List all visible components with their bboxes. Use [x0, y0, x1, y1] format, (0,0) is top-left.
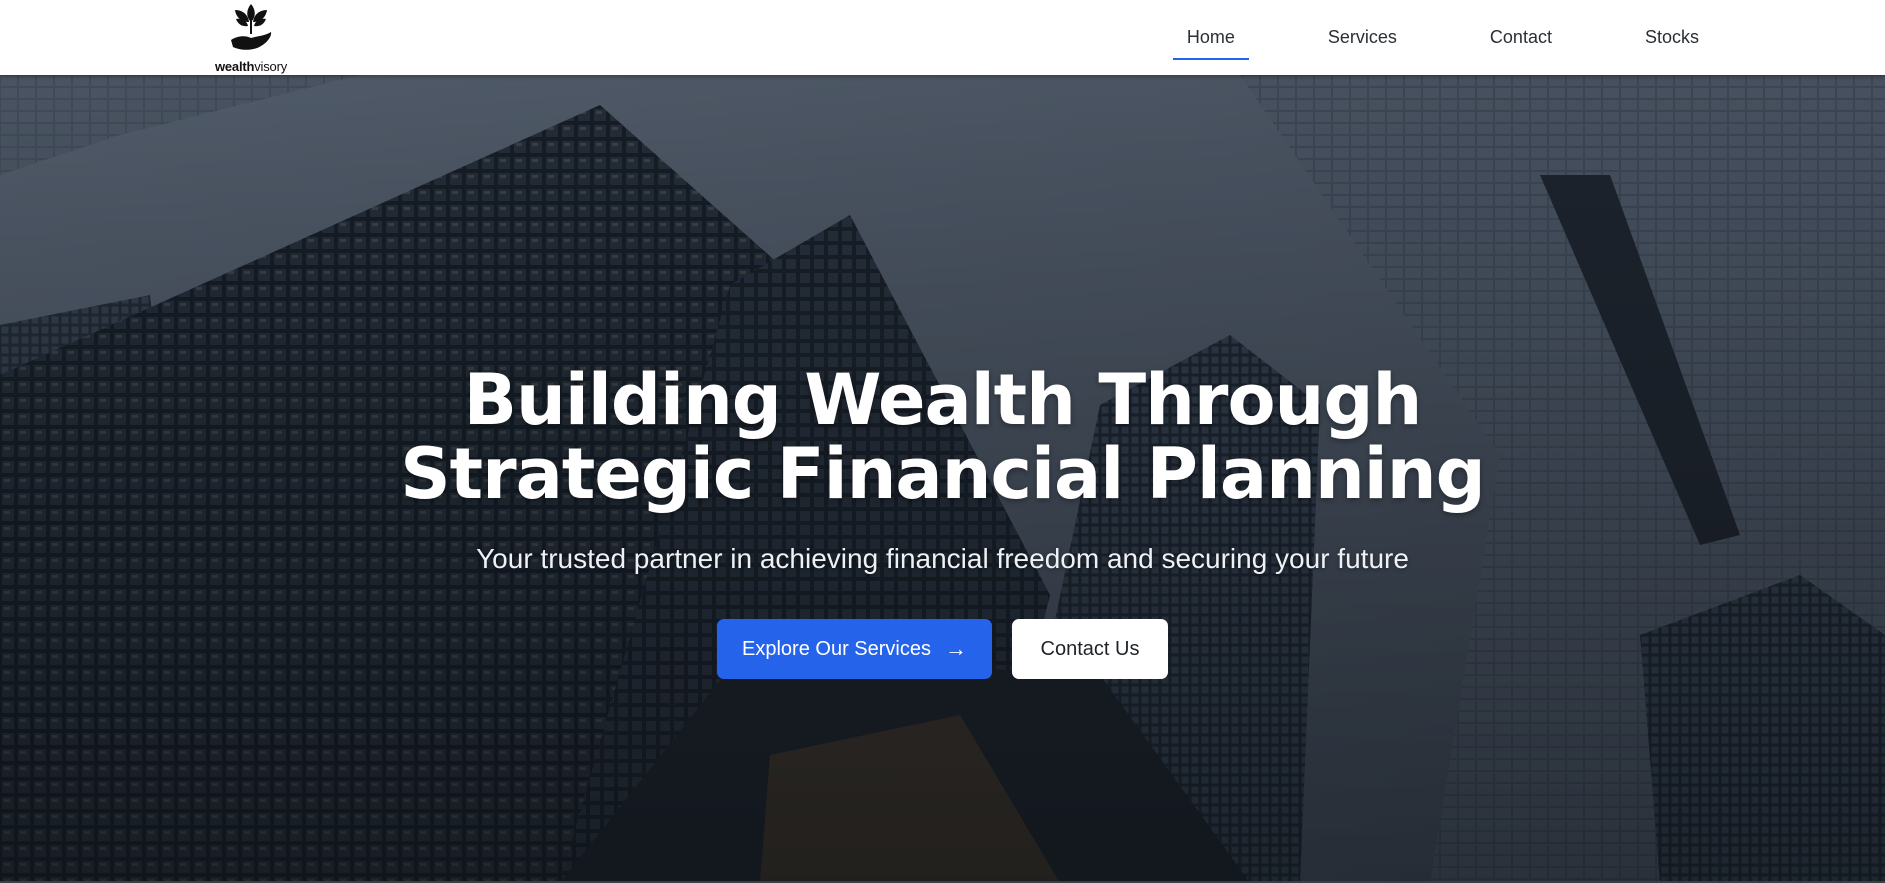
navbar: wealthvisory Home Services Contact Stock… — [0, 0, 1885, 75]
nav-item-home[interactable]: Home — [1172, 0, 1249, 75]
nav-item-services[interactable]: Services — [1314, 0, 1411, 75]
contact-us-button[interactable]: Contact Us — [1012, 619, 1168, 679]
brand-logo[interactable]: wealthvisory — [206, 0, 296, 76]
hero-headline-line-2: Strategic Financial Planning — [400, 433, 1485, 515]
hero-section: Building Wealth Through Strategic Financ… — [0, 75, 1885, 883]
nav-item-stocks[interactable]: Stocks — [1631, 0, 1713, 75]
nav-item-contact[interactable]: Contact — [1476, 0, 1566, 75]
hero-headline: Building Wealth Through Strategic Financ… — [0, 363, 1885, 511]
explore-services-button[interactable]: Explore Our Services → — [717, 619, 992, 679]
hero-headline-line-1: Building Wealth Through — [463, 359, 1423, 441]
plant-in-hand-logo-icon — [231, 4, 272, 50]
arrow-right-icon: → — [944, 636, 967, 661]
brand-wordmark: wealthvisory — [214, 59, 287, 74]
main-nav: Home Services Contact Stocks — [1172, 0, 1713, 75]
hero-buttons: Explore Our Services → Contact Us — [0, 619, 1885, 679]
contact-us-label: Contact Us — [1040, 637, 1140, 660]
explore-services-label: Explore Our Services — [742, 637, 931, 660]
hero-subtitle: Your trusted partner in achieving financ… — [476, 543, 1409, 574]
hero-content: Building Wealth Through Strategic Financ… — [0, 75, 1885, 883]
